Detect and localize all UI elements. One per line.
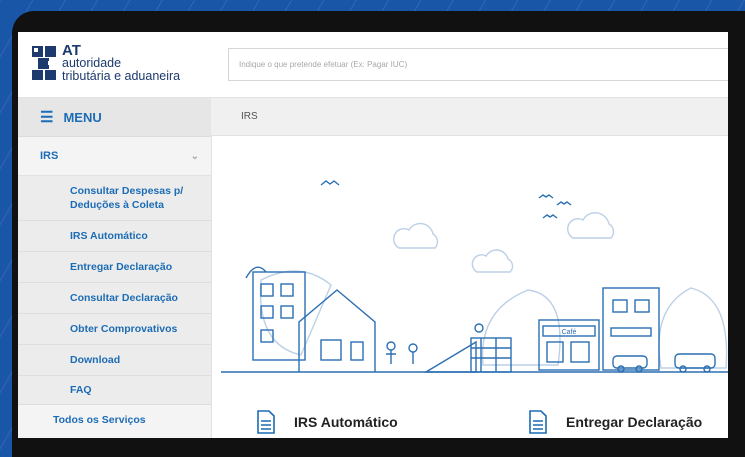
chevron-down-icon: ⌄ xyxy=(190,150,199,162)
card-irs-automatico[interactable]: IRS Automático xyxy=(256,410,398,434)
sidebar: ☰ MENU IRS ⌄ Consultar Despesas p/ Deduç… xyxy=(18,98,212,438)
nav-item-label: Todos os Serviços xyxy=(53,414,146,426)
nav-item-consultar-declaracao[interactable]: Consultar Declaração xyxy=(18,283,211,314)
at-logo[interactable]: AT autoridade tributária e aduaneira xyxy=(32,43,212,86)
search-input[interactable] xyxy=(229,49,728,80)
menu-toggle[interactable]: ☰ MENU xyxy=(18,98,211,137)
cafe-sign: Café xyxy=(562,329,577,336)
nav-section-label: IRS xyxy=(40,150,59,162)
nav-item-entregar-declaracao[interactable]: Entregar Declaração xyxy=(18,252,211,283)
site-header: AT autoridade tributária e aduaneira xyxy=(18,32,728,98)
nav-subitems: Consultar Despesas p/ Deduções à Coleta … xyxy=(18,176,211,405)
nav-item-irs-automatico[interactable]: IRS Automático xyxy=(18,221,211,252)
at-logo-icon xyxy=(32,46,56,80)
card-title: Entregar Declaração xyxy=(566,414,703,430)
nav-item-download[interactable]: Download xyxy=(18,345,211,376)
breadcrumb-current: IRS xyxy=(241,111,258,122)
nav-item-consultar-despesas[interactable]: Consultar Despesas p/ Deduções à Coleta xyxy=(18,176,211,221)
nav-item-label: Entregar Declaração xyxy=(70,261,173,273)
logo-line-2: tributária e aduaneira xyxy=(62,69,181,83)
nav-section-irs[interactable]: IRS ⌄ xyxy=(18,137,211,176)
card-entregar-declaracao[interactable]: Entregar Declaração xyxy=(528,410,702,434)
breadcrumb: IRS xyxy=(211,98,728,136)
nav-item-label: FAQ xyxy=(70,384,92,396)
search-box xyxy=(228,48,728,81)
city-illustration: Café xyxy=(221,180,728,373)
card-title: IRS Automático xyxy=(294,414,398,430)
nav-item-label: IRS Automático xyxy=(70,230,148,242)
menu-title: MENU xyxy=(63,109,102,125)
document-icon xyxy=(257,410,275,434)
nav-item-label: Obter Comprovativos xyxy=(70,323,178,335)
nav-item-obter-comprovativos[interactable]: Obter Comprovativos xyxy=(18,314,211,345)
hamburger-icon: ☰ xyxy=(40,109,54,126)
nav-item-todos-servicos[interactable]: Todos os Serviços xyxy=(18,405,211,435)
nav-item-label: Consultar Despesas p/ Deduções à Coleta xyxy=(70,185,184,211)
nav-item-label: Download xyxy=(70,354,121,366)
nav-item-label: Consultar Declaração xyxy=(70,292,178,304)
browser-screen: AT autoridade tributária e aduaneira ☰ M… xyxy=(18,32,728,438)
document-icon xyxy=(529,410,547,434)
nav-item-faq[interactable]: FAQ xyxy=(18,376,211,405)
